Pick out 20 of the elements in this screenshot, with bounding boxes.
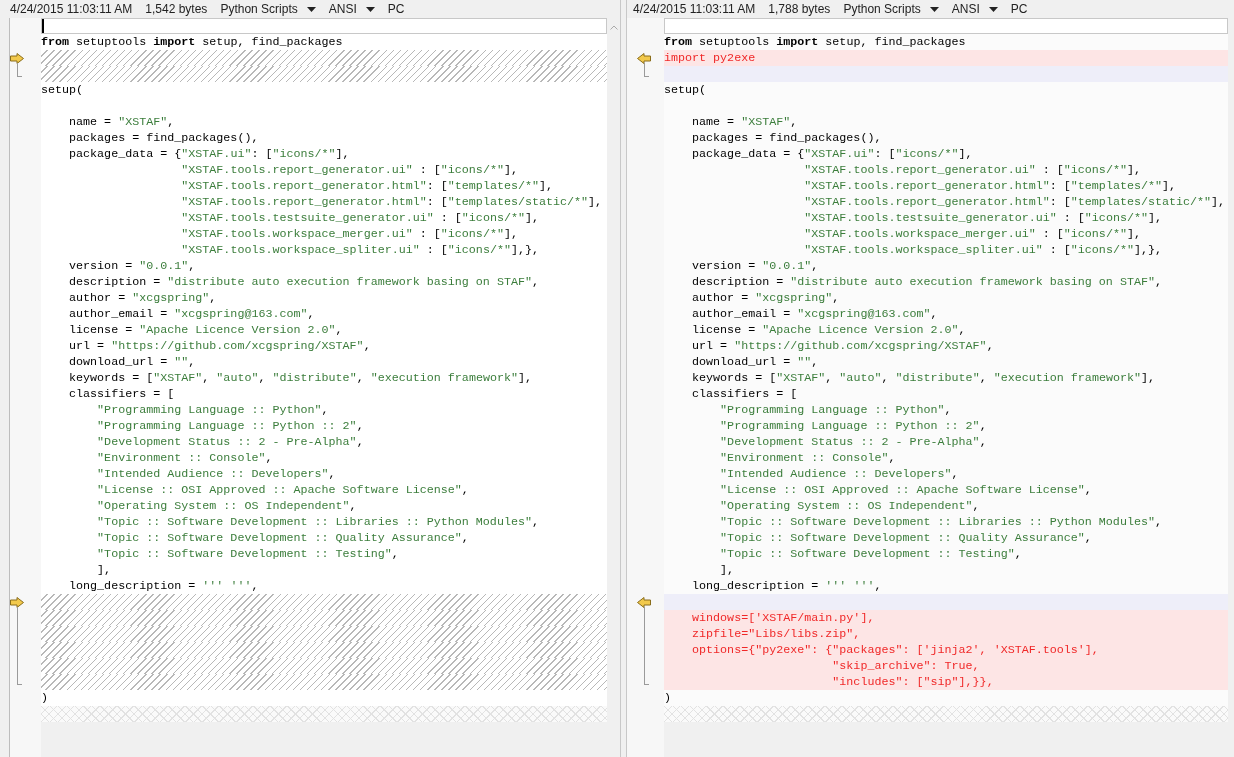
encoding-dropdown[interactable]: ANSI [328,0,375,18]
dropdown-caret-icon [306,6,316,12]
right-arrow-icon[interactable] [10,596,24,608]
format-dropdown[interactable]: Python Scripts [843,0,939,18]
file-size: 1,788 bytes [768,1,831,18]
dropdown-caret-icon [365,6,375,12]
dropdown-caret-icon [929,6,939,12]
encoding-dropdown[interactable]: ANSI [951,0,998,18]
dropdown-caret-icon [988,6,998,12]
bracket-line [644,63,649,77]
left-arrow-icon[interactable] [637,596,651,608]
format-dropdown[interactable]: Python Scripts [220,0,316,18]
file-size: 1,542 bytes [145,1,208,18]
right-arrow-icon[interactable] [10,52,24,64]
line-ending-label: PC [1010,1,1028,18]
file-timestamp: 4/24/2015 11:03:11 AM [633,1,756,18]
bracket-line [17,63,22,77]
line-ending-label: PC [387,1,405,18]
file-timestamp: 4/24/2015 11:03:11 AM [10,1,133,18]
left-arrow-icon[interactable] [637,52,651,64]
